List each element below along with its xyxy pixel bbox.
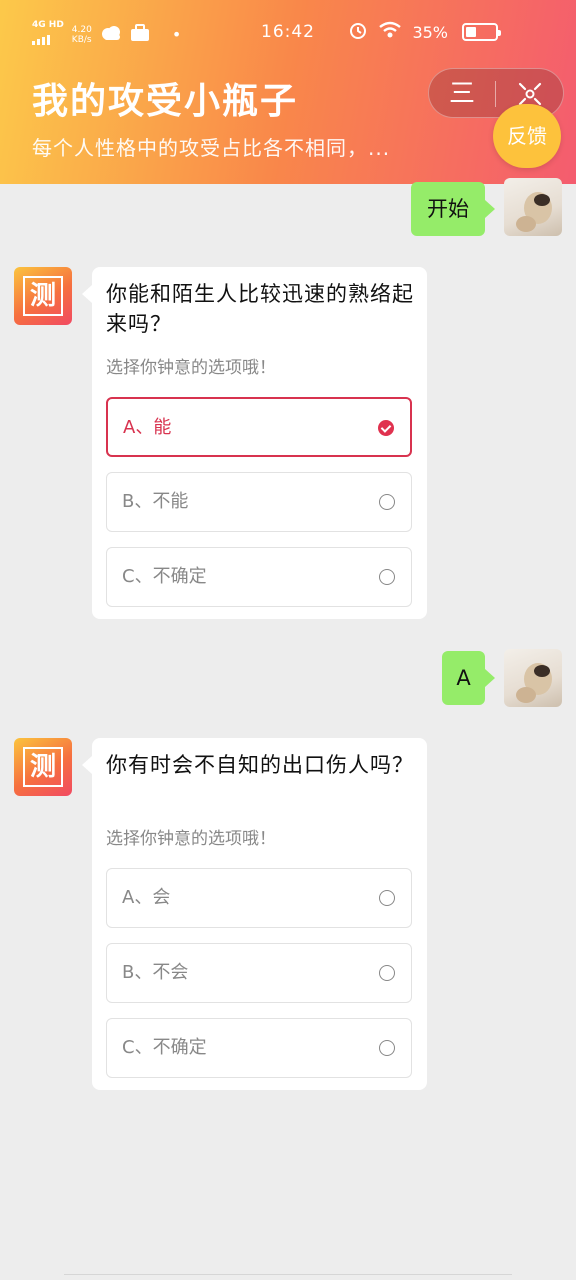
- option-label: B、不会: [122, 962, 189, 983]
- radio-icon: [379, 1040, 395, 1056]
- bot-avatar-char: 测: [23, 276, 63, 316]
- battery-icon: [462, 23, 501, 41]
- option-a[interactable]: A、会: [106, 868, 412, 928]
- bot-avatar-char: 测: [23, 747, 63, 787]
- question-text: 你有时会不自知的出口伤人吗？: [106, 753, 414, 777]
- menu-button[interactable]: 三: [429, 69, 495, 119]
- option-c[interactable]: C、不确定: [106, 547, 412, 607]
- wifi-icon: [378, 21, 402, 43]
- page-title: 我的攻受小瓶子: [32, 81, 299, 122]
- check-icon: [378, 420, 394, 436]
- option-label: A、能: [123, 417, 172, 438]
- bot-avatar: 测: [14, 738, 72, 796]
- app-header: 4G HD 4.20 KB/s • 16:42 35% 我的攻受小瓶子 每个人性…: [0, 0, 576, 184]
- question-card: 你能和陌生人比较迅速的熟络起来吗？ 选择你钟意的选项哦！ A、能 B、不能 C、…: [82, 267, 427, 619]
- question-text: 你能和陌生人比较迅速的熟络起来吗？: [106, 282, 414, 336]
- option-b[interactable]: B、不能: [106, 472, 412, 532]
- option-label: A、会: [122, 887, 171, 908]
- radio-icon: [379, 494, 395, 510]
- user-message-start: 开始: [411, 182, 495, 236]
- option-label: B、不能: [122, 491, 189, 512]
- feedback-button[interactable]: 反馈: [493, 104, 561, 168]
- user-avatar[interactable]: [504, 178, 562, 236]
- question-hint: 选择你钟意的选项哦！: [106, 829, 276, 849]
- option-label: C、不确定: [122, 1037, 207, 1058]
- bottom-edge: [64, 1274, 512, 1280]
- capsule-divider: [495, 81, 496, 107]
- radio-icon: [379, 965, 395, 981]
- question-card: 你有时会不自知的出口伤人吗？ 选择你钟意的选项哦！ A、会 B、不会 C、不确定: [82, 738, 427, 1090]
- alarm-icon: [348, 20, 368, 44]
- status-bar: 4G HD 4.20 KB/s • 16:42 35%: [0, 14, 576, 54]
- question-hint: 选择你钟意的选项哦！: [106, 358, 276, 378]
- option-label: C、不确定: [122, 566, 207, 587]
- bot-avatar: 测: [14, 267, 72, 325]
- user-message-answer: A: [442, 651, 495, 705]
- option-b[interactable]: B、不会: [106, 943, 412, 1003]
- radio-icon: [379, 890, 395, 906]
- battery-percent: 35%: [412, 22, 448, 42]
- option-a[interactable]: A、能: [106, 397, 412, 457]
- user-avatar[interactable]: [504, 649, 562, 707]
- radio-icon: [379, 569, 395, 585]
- page-subtitle: 每个人性格中的攻受占比各不相同，...: [32, 136, 391, 160]
- option-c[interactable]: C、不确定: [106, 1018, 412, 1078]
